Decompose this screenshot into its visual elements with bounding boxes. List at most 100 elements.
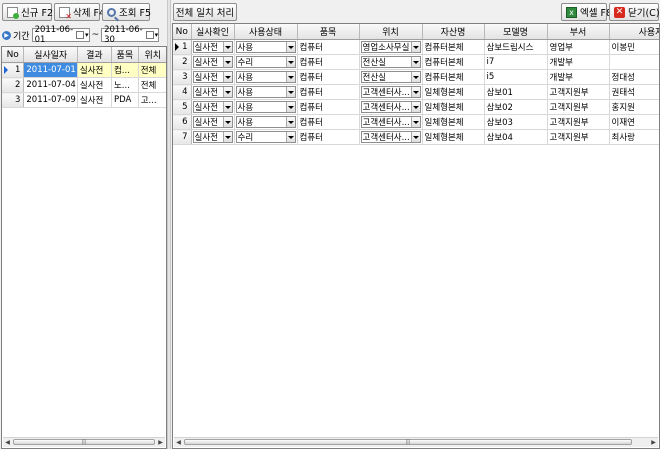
table-row[interactable]: 7 실사전 수리 컴퓨터 고객센터사... 일체형본체 삼보04 고객지원부 최사랑 — [173, 129, 659, 145]
cell-dept[interactable]: 개발부 — [547, 54, 610, 70]
chevron-down-icon[interactable] — [285, 72, 295, 82]
cell-date[interactable]: 2011-07-09 — [23, 92, 78, 108]
scroll-left-icon[interactable]: ◀ — [174, 438, 183, 447]
cell-result[interactable]: 실사전 — [77, 92, 112, 108]
location-dropdown[interactable]: 영업소사무실 — [360, 41, 421, 53]
horizontal-scrollbar[interactable]: ◀ ||| ▶ — [174, 437, 658, 447]
cell-dept[interactable]: 고객지원부 — [547, 84, 610, 100]
table-row[interactable]: 3 2011-07-09 실사전 PDA 고... 전체 — [2, 92, 166, 108]
cell-model-name[interactable]: i5 — [484, 69, 548, 85]
excel-button[interactable]: x 엑셀 F8 — [561, 3, 612, 21]
row-number[interactable]: 1 — [173, 39, 192, 55]
row-number[interactable]: 6 — [173, 114, 192, 130]
inspection-check-dropdown[interactable]: 실사전 — [192, 131, 233, 143]
chevron-down-icon[interactable] — [410, 117, 420, 127]
table-row[interactable]: 4 실사전 사용 컴퓨터 고객센터사... 일체형본체 삼보01 고객지원부 권태석 — [173, 84, 659, 100]
column-header-date[interactable]: 실사일자 — [23, 47, 78, 63]
cell-location[interactable]: 영업소사무실 — [359, 39, 423, 55]
usage-status-dropdown[interactable]: 사용 — [235, 116, 296, 128]
cell-model-name[interactable]: 삼보03 — [484, 114, 548, 130]
inspection-check-dropdown[interactable]: 실사전 — [192, 56, 233, 68]
cell-inspection-check[interactable]: 실사전 — [191, 114, 235, 130]
chevron-down-icon[interactable] — [222, 132, 232, 142]
table-row[interactable]: 2 실사전 수리 컴퓨터 전산실 컴퓨터본체 i7 개발부 — [173, 54, 659, 70]
cell-item[interactable]: 컴퓨터 — [297, 99, 360, 115]
cell-usage-status[interactable]: 사용 — [234, 39, 298, 55]
chevron-down-icon[interactable] — [285, 42, 295, 52]
scrollbar-thumb[interactable]: ||| — [13, 439, 155, 445]
cell-model-name[interactable]: 삼보01 — [484, 84, 548, 100]
location-dropdown[interactable]: 고객센터사... — [360, 101, 421, 113]
cell-location[interactable]: 고객센터사... — [359, 114, 423, 130]
cell-inspection-check[interactable]: 실사전 — [191, 99, 235, 115]
cell-user[interactable]: 최사랑 — [609, 129, 659, 145]
cell-usage-status[interactable]: 사용 — [234, 69, 298, 85]
cell-item[interactable]: 컴퓨터 — [297, 54, 360, 70]
table-row[interactable]: 1 2011-07-01 실사전 컴... 전체 전체 — [2, 62, 166, 78]
inspection-list-grid[interactable]: No 실사일자 결과 품목 위치 부서 1 2011-07-01 실사전 컴..… — [1, 46, 167, 449]
chevron-down-icon[interactable] — [222, 117, 232, 127]
cell-usage-status[interactable]: 수리 — [234, 54, 298, 70]
cell-dept[interactable]: 고객지원부 — [547, 99, 610, 115]
chevron-down-icon[interactable] — [410, 102, 420, 112]
cell-dept[interactable]: 고객지원부 — [547, 129, 610, 145]
inspection-check-dropdown[interactable]: 실사전 — [192, 101, 233, 113]
chevron-down-icon[interactable] — [410, 57, 420, 67]
cell-date[interactable]: 2011-07-04 — [23, 77, 78, 93]
chevron-down-icon[interactable] — [285, 102, 295, 112]
table-row[interactable]: 5 실사전 사용 컴퓨터 고객센터사... 일체형본체 삼보02 고객지원부 홍지원 — [173, 99, 659, 115]
chevron-down-icon[interactable] — [410, 87, 420, 97]
cell-item[interactable]: 컴퓨터 — [297, 129, 360, 145]
cell-inspection-check[interactable]: 실사전 — [191, 69, 235, 85]
row-number[interactable]: 4 — [173, 84, 192, 100]
cell-asset-name[interactable]: 일체형본체 — [422, 84, 485, 100]
location-dropdown[interactable]: 고객센터사... — [360, 131, 421, 143]
column-header-asset-name[interactable]: 자산명 — [422, 24, 485, 40]
cell-user[interactable]: 이재연 — [609, 114, 659, 130]
cell-usage-status[interactable]: 수리 — [234, 129, 298, 145]
row-number[interactable]: 2 — [173, 54, 192, 70]
cell-date[interactable]: 2011-07-01 — [23, 62, 78, 78]
chevron-down-icon[interactable] — [222, 87, 232, 97]
cell-asset-name[interactable]: 컴퓨터본체 — [422, 39, 485, 55]
search-button[interactable]: 조회 F5 — [102, 3, 151, 21]
cell-model-name[interactable]: 삼보02 — [484, 99, 548, 115]
row-number[interactable]: 7 — [173, 129, 192, 145]
cell-user[interactable]: 정대성 — [609, 69, 659, 85]
cell-asset-name[interactable]: 컴퓨터본체 — [422, 54, 485, 70]
cell-item[interactable]: 컴퓨터 — [297, 114, 360, 130]
row-number[interactable]: 3 — [173, 69, 192, 85]
scroll-left-icon[interactable]: ◀ — [3, 438, 12, 447]
chevron-down-icon[interactable] — [222, 42, 232, 52]
asset-inspection-grid[interactable]: No 실사확인 사용상태 품목 위치 자산명 모델명 부서 사용자 1실사전사용… — [172, 23, 660, 449]
chevron-down-icon[interactable] — [222, 72, 232, 82]
column-header-location[interactable]: 위치 — [359, 24, 423, 40]
cell-model-name[interactable]: 삼보04 — [484, 129, 548, 145]
cell-user[interactable] — [609, 54, 659, 70]
usage-status-dropdown[interactable]: 사용 — [235, 101, 296, 113]
cell-location[interactable]: 고... — [138, 92, 166, 108]
cell-model-name[interactable]: i7 — [484, 54, 548, 70]
chevron-down-icon[interactable] — [285, 57, 295, 67]
cell-inspection-check[interactable]: 실사전 — [191, 129, 235, 145]
inspection-check-dropdown[interactable]: 실사전 — [192, 86, 233, 98]
new-button[interactable]: 신규 F2 — [2, 3, 53, 21]
usage-status-dropdown[interactable]: 수리 — [235, 131, 296, 143]
cell-location[interactable]: 전산실 — [359, 54, 423, 70]
cell-location[interactable]: 전체 — [138, 77, 166, 93]
usage-status-dropdown[interactable]: 사용 — [235, 41, 296, 53]
cell-usage-status[interactable]: 사용 — [234, 114, 298, 130]
cell-inspection-check[interactable]: 실사전 — [191, 39, 235, 55]
cell-location[interactable]: 고객센터사... — [359, 99, 423, 115]
cell-item[interactable]: 컴... — [111, 62, 139, 78]
column-header-item[interactable]: 품목 — [297, 24, 360, 40]
process-all-match-button[interactable]: 전체 일치 처리 — [173, 3, 237, 21]
cell-result[interactable]: 실사전 — [77, 77, 112, 93]
cell-asset-name[interactable]: 컴퓨터본체 — [422, 69, 485, 85]
column-header-result[interactable]: 결과 — [77, 47, 112, 63]
cell-location[interactable]: 고객센터사... — [359, 84, 423, 100]
cell-inspection-check[interactable]: 실사전 — [191, 54, 235, 70]
row-number[interactable]: 5 — [173, 99, 192, 115]
usage-status-dropdown[interactable]: 수리 — [235, 56, 296, 68]
cell-dept[interactable]: 고객지원부 — [547, 114, 610, 130]
